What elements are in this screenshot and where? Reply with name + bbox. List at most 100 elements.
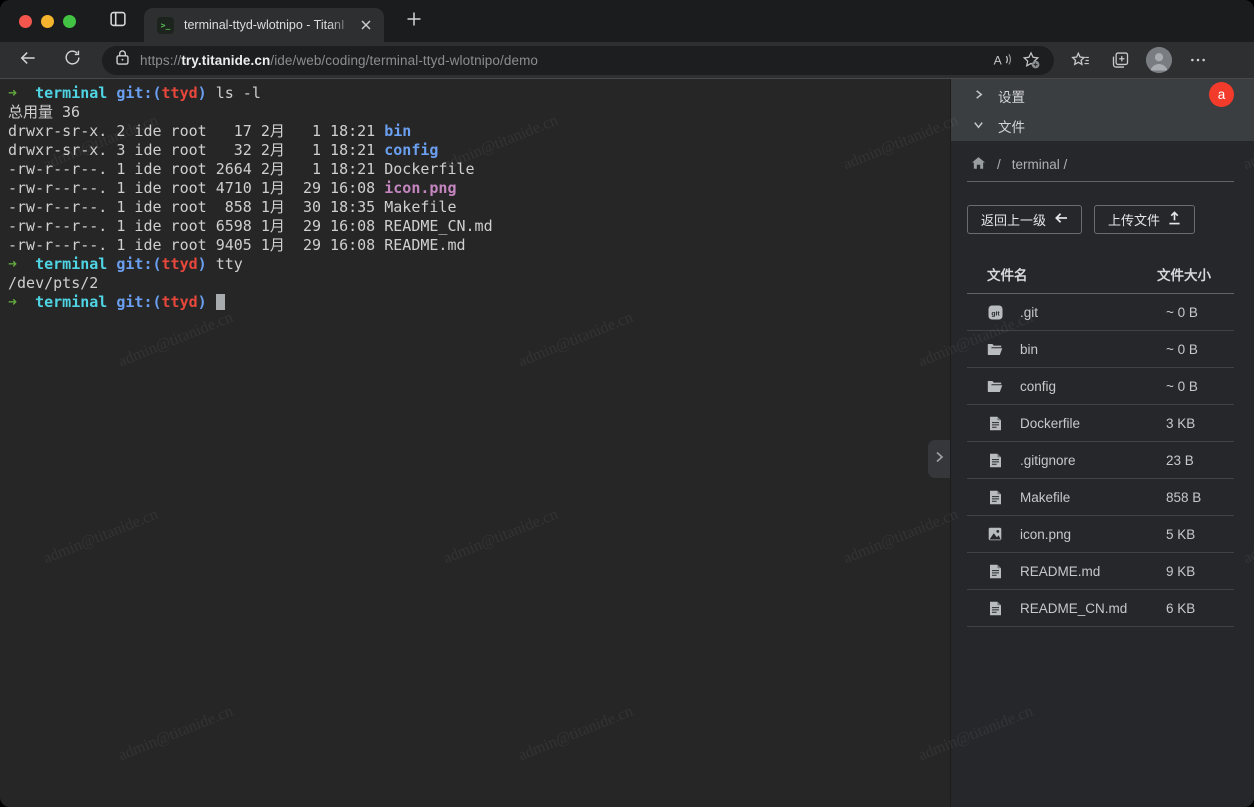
file-icon — [987, 490, 1003, 505]
favorites-button[interactable] — [1066, 46, 1094, 74]
sidebar-collapse-handle[interactable] — [928, 440, 950, 478]
upload-label: 上传文件 — [1108, 210, 1160, 229]
chevron-down-icon — [972, 118, 985, 134]
file-name: Dockerfile — [1020, 416, 1080, 431]
tab-close-icon[interactable] — [355, 14, 377, 36]
upload-file-button[interactable]: 上传文件 — [1094, 205, 1195, 234]
tab-title: terminal-ttyd-wlotnipo - TitanI — [184, 17, 353, 33]
breadcrumb-divider — [967, 181, 1234, 182]
file-name: README_CN.md — [1020, 601, 1127, 616]
go-up-label: 返回上一级 — [981, 210, 1046, 229]
user-badge[interactable]: a — [1209, 82, 1234, 107]
file-table: 文件名 文件大小 git.git~ 0 Bbin~ 0 Bconfig~ 0 B… — [967, 258, 1234, 627]
file-icon — [987, 564, 1003, 579]
url-path: /ide/web/coding/terminal-ttyd-wlotnipo/d… — [270, 53, 538, 68]
image-icon — [987, 527, 1003, 541]
sidebar-header: 设置 文件 a — [951, 79, 1254, 141]
go-up-button[interactable]: 返回上一级 — [967, 205, 1082, 234]
svg-text:A: A — [993, 53, 1002, 67]
file-size: 9 KB — [1157, 564, 1234, 579]
refresh-icon — [63, 48, 82, 72]
close-window-button[interactable] — [19, 15, 32, 28]
file-row[interactable]: README_CN.md 6 KB — [967, 590, 1234, 627]
terminal-line: drwxr-sr-x. 3 ide root 32 2月 1 18:21 con… — [8, 141, 950, 160]
file-size: 6 KB — [1157, 601, 1234, 616]
terminal-line: 总用量 36 — [8, 103, 950, 122]
folder-icon — [987, 343, 1003, 356]
browser-tab[interactable]: >_ terminal-ttyd-wlotnipo - TitanI — [144, 8, 384, 42]
file-row[interactable]: bin~ 0 B — [967, 331, 1234, 368]
terminal-line: -rw-r--r--. 1 ide root 9405 1月 29 16:08 … — [8, 236, 950, 255]
file-row[interactable]: Makefile858 B — [967, 479, 1234, 516]
file-size: 3 KB — [1157, 416, 1234, 431]
folder-icon — [987, 380, 1003, 393]
file-size: ~ 0 B — [1157, 342, 1234, 357]
page-content: ➜ terminal git:(ttyd) ls -l总用量 36drwxr-s… — [0, 79, 1254, 807]
window-controls — [0, 15, 94, 28]
add-favorite-button[interactable] — [1016, 47, 1046, 73]
lock-icon[interactable] — [115, 49, 130, 71]
new-tab-button[interactable] — [400, 7, 428, 35]
file-actions: 返回上一级 上传文件 — [967, 205, 1234, 234]
terminal-line: ➜ terminal git:(ttyd) ls -l — [8, 84, 950, 103]
tab-bar: >_ terminal-ttyd-wlotnipo - TitanI — [0, 0, 1254, 42]
file-icon — [987, 416, 1003, 431]
chevron-right-icon — [972, 88, 985, 104]
file-size: 858 B — [1157, 490, 1234, 505]
address-bar[interactable]: https://try.titanide.cn/ide/web/coding/t… — [102, 46, 1054, 75]
file-icon — [987, 453, 1003, 468]
file-name: README.md — [1020, 564, 1100, 579]
file-name: .gitignore — [1020, 453, 1076, 468]
terminal-line: -rw-r--r--. 1 ide root 2664 2月 1 18:21 D… — [8, 160, 950, 179]
back-button[interactable] — [12, 46, 44, 74]
arrow-left-icon — [1054, 212, 1068, 227]
terminal-line: ➜ terminal git:(ttyd) tty — [8, 255, 950, 274]
home-icon[interactable] — [971, 156, 986, 173]
file-size: 5 KB — [1157, 527, 1234, 542]
sidebar: 设置 文件 a / terminal / — [950, 79, 1254, 807]
file-rows: git.git~ 0 Bbin~ 0 Bconfig~ 0 BDockerfil… — [967, 294, 1234, 627]
terminal-line: ➜ terminal git:(ttyd) — [8, 293, 950, 312]
section-files[interactable]: 文件 — [951, 111, 1254, 141]
file-row[interactable]: git.git~ 0 B — [967, 294, 1234, 331]
profile-avatar-button[interactable] — [1146, 47, 1172, 73]
file-table-header: 文件名 文件大小 — [967, 258, 1234, 294]
file-size: ~ 0 B — [1157, 305, 1234, 320]
tab-actions-button[interactable] — [104, 7, 132, 35]
read-aloud-button[interactable]: A — [986, 47, 1016, 73]
file-row[interactable]: README.md 9 KB — [967, 553, 1234, 590]
file-size: ~ 0 B — [1157, 379, 1234, 394]
terminal-cursor — [216, 294, 225, 310]
file-name: config — [1020, 379, 1056, 394]
file-panel: / terminal / 返回上一级 上传文件 — [951, 141, 1254, 807]
plus-icon — [406, 11, 422, 32]
terminal-line: -rw-r--r--. 1 ide root 4710 1月 29 16:08 … — [8, 179, 950, 198]
files-section-label: 文件 — [998, 116, 1025, 136]
file-size: 23 B — [1157, 453, 1234, 468]
settings-section-label: 设置 — [998, 86, 1025, 106]
terminal-line: drwxr-sr-x. 2 ide root 17 2月 1 18:21 bin — [8, 122, 950, 141]
terminal-line: -rw-r--r--. 1 ide root 858 1月 30 18:35 M… — [8, 198, 950, 217]
refresh-button[interactable] — [56, 46, 88, 74]
file-row[interactable]: Dockerfile 3 KB — [967, 405, 1234, 442]
file-row[interactable]: .gitignore 23 B — [967, 442, 1234, 479]
url-text: https://try.titanide.cn/ide/web/coding/t… — [140, 53, 986, 68]
file-icon — [987, 601, 1003, 616]
terminal-favicon-icon: >_ — [157, 17, 174, 34]
minimize-window-button[interactable] — [41, 15, 54, 28]
breadcrumb-current: terminal / — [1012, 157, 1068, 172]
file-name: icon.png — [1020, 527, 1071, 542]
more-menu-button[interactable] — [1184, 46, 1212, 74]
collections-button[interactable] — [1106, 46, 1134, 74]
chevron-right-icon — [933, 450, 945, 469]
toolbar-right-actions — [1066, 46, 1212, 74]
terminal-line: -rw-r--r--. 1 ide root 6598 1月 29 16:08 … — [8, 217, 950, 236]
file-row[interactable]: config ~ 0 B — [967, 368, 1234, 405]
url-host: try.titanide.cn — [181, 53, 270, 68]
file-row[interactable]: icon.png 5 KB — [967, 516, 1234, 553]
terminal[interactable]: ➜ terminal git:(ttyd) ls -l总用量 36drwxr-s… — [0, 79, 950, 807]
git-icon: git — [987, 305, 1003, 320]
breadcrumb[interactable]: / terminal / — [971, 153, 1234, 175]
zoom-window-button[interactable] — [63, 15, 76, 28]
upload-icon — [1168, 211, 1181, 228]
